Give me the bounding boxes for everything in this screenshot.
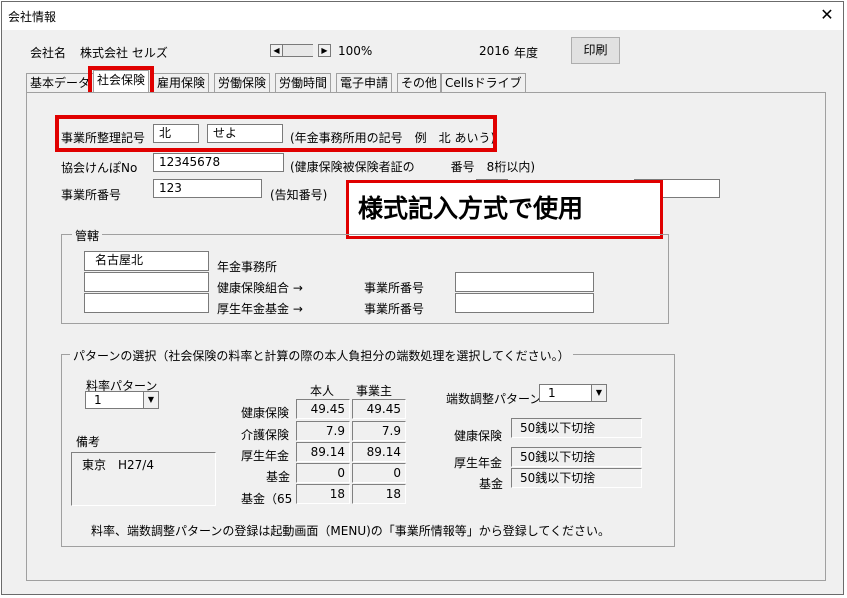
pattern-title: パターンの選択（社会保険の料率と計算の際の本人負担分の端数処理を選択してください… [70,347,573,364]
annotation-callout: 様式記入方式で使用 [346,180,663,239]
pattern-footnote: 料率、端数調整パターンの登録は起動画面（MENU)の「事業所情報等」から登録して… [91,524,611,538]
pension-fund-input[interactable] [84,293,209,313]
pension-office-input[interactable]: 名古屋北 [84,251,209,271]
col-self-header: 本人 [310,384,335,398]
zoom-slider-track[interactable] [283,44,313,57]
col-employer-header: 事業主 [356,384,393,398]
kyokai-no-input[interactable]: 12345678 [153,153,284,172]
tab-working-hours[interactable]: 労働時間 [275,73,332,93]
rate-cell-self: 18 [296,484,350,504]
tab-e-application[interactable]: 電子申請 [336,73,393,93]
close-icon[interactable]: ✕ [816,6,838,26]
zoom-increase-button[interactable]: ▶ [318,44,331,57]
health-assoc-input[interactable] [84,272,209,292]
year-value: 2016 [479,44,510,58]
health-assoc-office-no-input[interactable] [455,272,594,292]
kyokai-no-label: 協会けんぽNo [61,161,138,175]
office-no-input[interactable]: 123 [153,179,262,198]
zoom-decrease-button[interactable]: ◀ [270,44,283,57]
rounding-row-value: 50銭以下切捨 [511,447,642,467]
rate-pattern-select[interactable]: 1 ▼ [85,391,159,409]
chevron-down-icon[interactable]: ▼ [591,385,606,401]
rate-cell-employer: 89.14 [352,442,406,462]
year-label: 年度 [514,46,539,60]
pension-office-label: 年金事務所 [217,260,278,274]
rounding-pattern-select[interactable]: 1 ▼ [539,384,607,402]
rate-cell-self: 49.45 [296,399,350,419]
rate-cell-employer: 7.9 [352,421,406,441]
rounding-row-value: 50銭以下切捨 [511,468,642,488]
company-label: 会社名 [30,46,67,60]
health-assoc-label: 健康保険組合 → [217,281,303,295]
rate-row-label: 介護保険 [241,428,290,442]
pension-fund-office-no-input[interactable] [455,293,594,313]
tab-other[interactable]: その他 [397,73,442,93]
rate-cell-employer: 18 [352,484,406,504]
office-code-highlight [55,115,497,152]
title-bar [2,2,843,30]
window-title: 会社情報 [8,10,57,24]
kyokai-no-note: (健康保険被保険者証の 番号 8桁以内) [290,160,535,174]
rate-row-label: 厚生年金 [241,449,290,463]
tab-labor-insurance[interactable]: 労働保険 [214,73,271,93]
company-name: 株式会社 セルズ [80,46,168,60]
tab-basic-data[interactable]: 基本データ [26,73,95,93]
rounding-pattern-label: 端数調整パターン [446,392,542,406]
rate-pattern-value: 1 [94,393,102,407]
jurisdiction-title: 管轄 [72,227,103,244]
tab-cells-drive[interactable]: Cellsドライブ [441,73,526,93]
office-no-label: 事業所番号 [61,188,122,202]
rate-cell-employer: 49.45 [352,399,406,419]
rate-row-label: 健康保険 [241,406,290,420]
rounding-row-label: 厚生年金 [454,456,503,470]
rate-row-label: 基金（65 [241,492,293,506]
chevron-down-icon[interactable]: ▼ [143,392,158,408]
rate-cell-employer: 0 [352,463,406,483]
print-button[interactable]: 印刷 [571,37,620,64]
rate-cell-self: 89.14 [296,442,350,462]
remarks-label: 備考 [76,435,101,449]
office-no-note: (告知番号) [270,188,328,202]
rounding-row-label: 健康保険 [454,429,503,443]
pension-fund-office-no-label: 事業所番号 [364,302,425,316]
remarks-box[interactable]: 東京 H27/4 [71,452,216,506]
rounding-row-label: 基金 [479,477,504,491]
health-assoc-office-no-label: 事業所番号 [364,281,425,295]
rate-cell-self: 0 [296,463,350,483]
rounding-pattern-value: 1 [548,386,556,400]
zoom-level: 100% [338,44,373,58]
pension-fund-label: 厚生年金基金 → [217,302,303,316]
rate-cell-self: 7.9 [296,421,350,441]
tab-employment-insurance[interactable]: 雇用保険 [153,73,210,93]
rounding-row-value: 50銭以下切捨 [511,418,642,438]
rate-row-label: 基金 [266,470,291,484]
